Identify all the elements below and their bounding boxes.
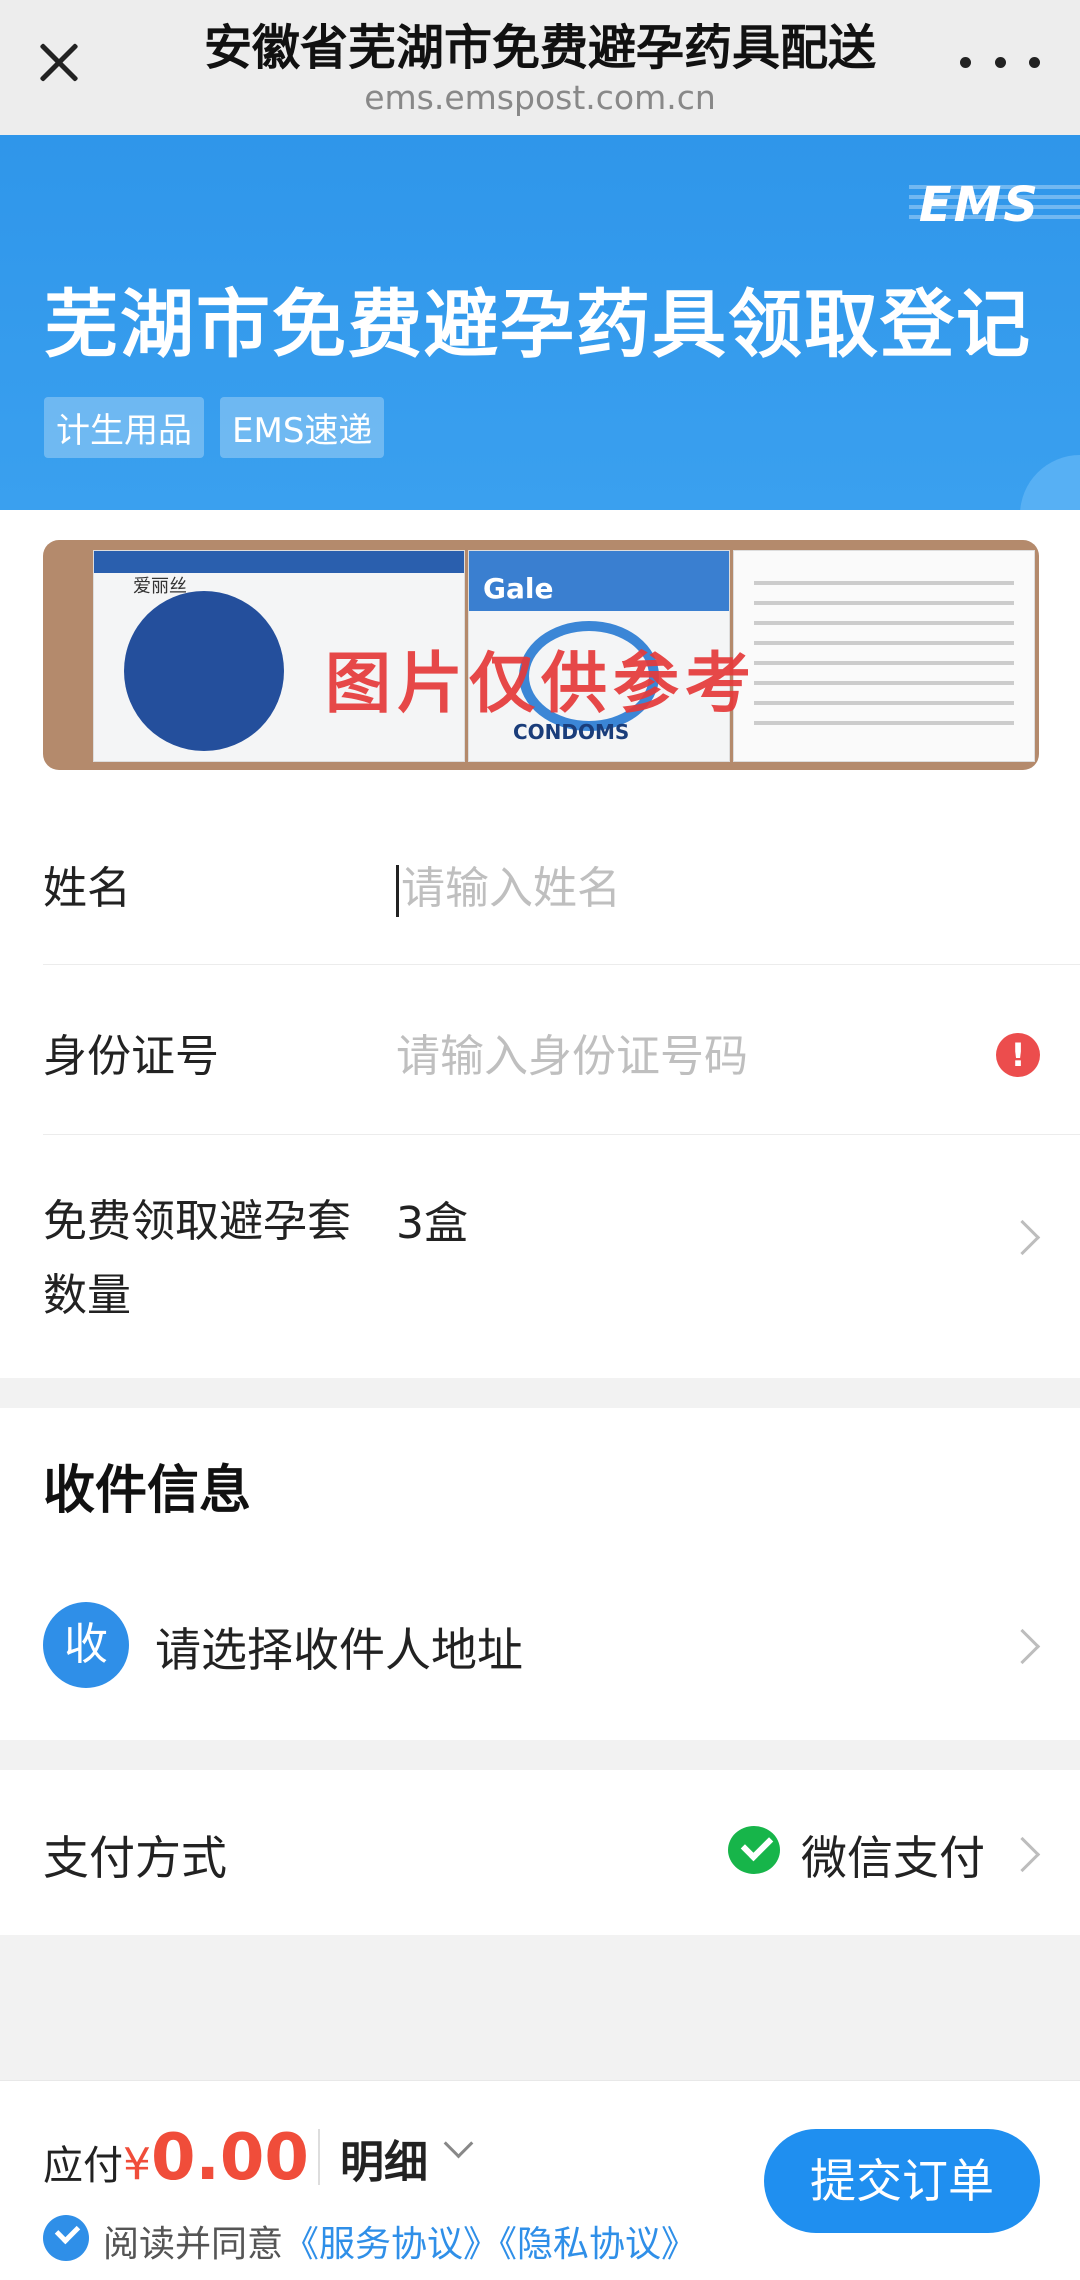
- error-icon: !: [996, 1033, 1040, 1077]
- chevron-down-icon[interactable]: [443, 2128, 474, 2159]
- receiver-title: 收件信息: [43, 1461, 252, 1521]
- chevron-right-icon: [1004, 1219, 1041, 1256]
- name-label: 姓名: [43, 863, 131, 914]
- product-image-card: 爱丽丝 Gale CONDOMS 图片仅供参考: [0, 510, 1080, 800]
- chevron-right-icon: [1004, 1628, 1041, 1665]
- quantity-row[interactable]: 免费领取避孕套数量 3盒: [43, 1135, 1080, 1378]
- more-options-icon[interactable]: [960, 52, 1040, 72]
- text-cursor: [396, 865, 399, 917]
- decorative-circle: [1020, 455, 1080, 510]
- agree-checkbox-icon[interactable]: [43, 2215, 89, 2261]
- service-agreement-link[interactable]: 《服务协议》: [283, 2224, 499, 2265]
- tag-family-planning: 计生用品: [44, 397, 204, 458]
- page-title: 安徽省芜湖市免费避孕药具配送: [203, 20, 876, 76]
- select-address-prompt: 请选择收件人地址: [155, 1623, 523, 1677]
- privacy-agreement-link[interactable]: 《隐私协议》: [499, 2224, 697, 2265]
- amount-due: 应付¥0.00: [43, 2121, 309, 2195]
- chevron-right-icon: [1004, 1836, 1041, 1873]
- receiver-badge-icon: 收: [43, 1602, 129, 1688]
- checkout-bar: 应付¥0.00 明细 阅读并同意《服务协议》《隐私协议》 提交订单: [0, 2080, 1080, 2280]
- detail-button[interactable]: 明细: [340, 2126, 428, 2190]
- reference-watermark: 图片仅供参考: [325, 645, 757, 722]
- currency-symbol: ¥: [123, 2139, 151, 2190]
- payment-label: 支付方式: [43, 1831, 227, 1885]
- registration-form: 姓名 请输入姓名 身份证号 请输入身份证号码 ! 免费领取避孕套数量 3盒: [0, 800, 1080, 1378]
- close-icon[interactable]: [30, 30, 90, 95]
- name-placeholder: 请输入姓名: [401, 863, 621, 914]
- submit-order-button[interactable]: 提交订单: [764, 2129, 1040, 2233]
- payment-method-row[interactable]: 支付方式 微信支付: [0, 1770, 1080, 1935]
- quantity-label: 免费领取避孕套数量: [43, 1196, 351, 1321]
- id-number-label: 身份证号: [43, 1031, 219, 1082]
- id-number-input[interactable]: 请输入身份证号码: [396, 1020, 748, 1084]
- amount-due-label: 应付: [43, 2143, 123, 2189]
- box-brand-gale: Gale: [483, 572, 554, 605]
- amount-value: 0.00: [151, 2121, 309, 2195]
- id-number-row[interactable]: 身份证号 请输入身份证号码 !: [43, 965, 1080, 1135]
- agree-label: 阅读并同意: [103, 2224, 284, 2265]
- select-address-row[interactable]: 收 请选择收件人地址: [43, 1596, 1080, 1696]
- ems-logo: EMS: [908, 177, 1080, 233]
- name-row[interactable]: 姓名 请输入姓名: [43, 800, 1080, 965]
- payment-method-value: 微信支付: [801, 1831, 985, 1885]
- receiver-section: 收件信息 收 请选择收件人地址: [0, 1408, 1080, 1740]
- banner-tags: 计生用品 EMS速递: [44, 397, 385, 458]
- browser-top-bar: 安徽省芜湖市免费避孕药具配送 ems.emspost.com.cn: [0, 0, 1080, 135]
- quantity-value: 3盒: [396, 1198, 468, 1249]
- divider: [318, 2129, 320, 2185]
- header-banner: EMS 芜湖市免费避孕药具领取登记 计生用品 EMS速递: [0, 135, 1080, 510]
- agreement-text: 阅读并同意《服务协议》《隐私协议》: [103, 2215, 697, 2267]
- tag-ems-express: EMS速递: [220, 397, 385, 458]
- banner-title: 芜湖市免费避孕药具领取登记: [44, 282, 1032, 368]
- product-image: 爱丽丝 Gale CONDOMS 图片仅供参考: [43, 540, 1039, 770]
- name-input[interactable]: 请输入姓名: [396, 852, 621, 917]
- page-url: ems.emspost.com.cn: [364, 78, 716, 117]
- box-brand-label: 爱丽丝: [133, 576, 187, 597]
- wechat-pay-icon: [728, 1826, 780, 1874]
